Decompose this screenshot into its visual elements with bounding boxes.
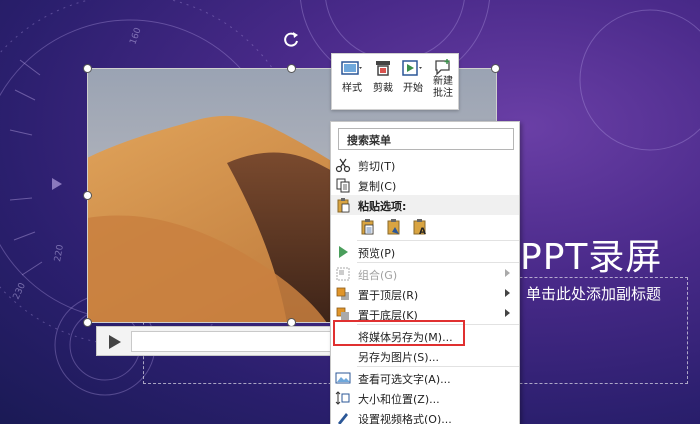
style-button[interactable]: 样式 — [336, 58, 368, 108]
mini-toolbar: 样式 剪裁 开始 新建 批注 — [331, 53, 459, 110]
menu-item-label: 预览(P) — [358, 247, 396, 260]
subtitle-placeholder-text[interactable]: 单击此处添加副标题 — [526, 283, 661, 304]
resize-handle-top-left[interactable] — [83, 64, 92, 73]
play-icon[interactable] — [103, 331, 125, 353]
paste-picture-icon[interactable] — [385, 218, 403, 236]
play-icon — [339, 246, 348, 258]
menu-separator — [357, 262, 519, 263]
rotate-icon[interactable] — [282, 30, 300, 48]
start-button-label: 开始 — [403, 83, 423, 94]
menu-item-send-to-back[interactable]: 置于底层(K) — [331, 304, 519, 324]
size-position-icon — [335, 391, 350, 405]
menu-item-size-and-position[interactable]: 大小和位置(Z)... — [331, 388, 519, 408]
scissors-icon — [335, 158, 351, 173]
video-player-bar — [96, 326, 336, 356]
menu-item-label: 剪切(T) — [358, 160, 396, 173]
menu-item-label: 组合(G) — [358, 269, 398, 282]
resize-handle-top[interactable] — [287, 64, 296, 73]
submenu-arrow-icon — [505, 269, 510, 277]
menu-item-label: 查看可选文字(A)... — [358, 373, 451, 386]
trim-button-label: 剪裁 — [373, 83, 393, 94]
svg-text:A: A — [419, 227, 426, 236]
menu-item-format-video[interactable]: 设置视频格式(O)... — [331, 408, 519, 424]
menu-item-paste-options: 粘贴选项: — [331, 195, 519, 215]
menu-item-label: 置于顶层(R) — [358, 289, 419, 302]
menu-item-bring-to-front[interactable]: 置于顶层(R) — [331, 284, 519, 304]
menu-item-save-media-as[interactable]: 将媒体另存为(M)... — [331, 326, 519, 346]
menu-separator — [357, 240, 519, 241]
menu-search-input[interactable]: 搜索菜单 — [338, 128, 514, 150]
new-comment-button[interactable]: 新建 批注 — [428, 58, 458, 108]
paste-icon — [337, 198, 350, 213]
new-comment-label-line2: 批注 — [433, 88, 453, 99]
paste-text-only-icon[interactable]: A — [411, 218, 429, 236]
resize-handle-bottom-left[interactable] — [83, 318, 92, 327]
group-icon — [336, 267, 350, 281]
decor-number: 230 — [12, 281, 28, 301]
video-progress-track[interactable] — [131, 331, 331, 352]
copy-icon — [336, 178, 350, 193]
menu-item-label: 设置视频格式(O)... — [358, 413, 452, 424]
start-button[interactable]: 开始 — [398, 58, 428, 108]
trim-icon — [376, 61, 390, 76]
context-menu: 搜索菜单 剪切(T) 复制(C) 粘贴选项: A 预览(P) 组合(G) 置于顶… — [330, 121, 520, 424]
new-comment-label-line1: 新建 — [433, 76, 453, 87]
menu-separator — [357, 366, 519, 367]
decor-number: 220 — [53, 244, 66, 263]
style-icon — [341, 61, 362, 75]
new-comment-icon — [435, 59, 450, 76]
resize-handle-top-right[interactable] — [491, 64, 500, 73]
trim-button[interactable]: 剪裁 — [368, 58, 398, 108]
send-to-back-icon — [336, 307, 349, 320]
format-video-icon — [338, 413, 348, 424]
menu-item-view-alt-text[interactable]: 查看可选文字(A)... — [331, 368, 519, 388]
paste-keep-source-icon[interactable] — [359, 218, 377, 236]
menu-item-preview[interactable]: 预览(P) — [331, 242, 519, 262]
menu-item-cut[interactable]: 剪切(T) — [331, 155, 519, 175]
menu-item-label: 粘贴选项: — [358, 200, 407, 213]
resize-handle-left[interactable] — [83, 191, 92, 200]
menu-item-label: 将媒体另存为(M)... — [358, 331, 453, 344]
menu-item-label: 另存为图片(S)... — [358, 351, 440, 364]
style-button-label: 样式 — [342, 83, 362, 94]
start-icon — [402, 60, 422, 76]
decor-number: 160 — [128, 26, 143, 46]
menu-item-group[interactable]: 组合(G) — [331, 264, 519, 284]
submenu-arrow-icon — [505, 309, 510, 317]
menu-item-label: 大小和位置(Z)... — [358, 393, 440, 406]
menu-item-label: 复制(C) — [358, 180, 397, 193]
menu-separator — [357, 324, 519, 325]
bring-to-front-icon — [336, 287, 349, 300]
alt-text-icon — [335, 372, 351, 384]
slide-title[interactable]: PPT录屏 — [520, 228, 662, 280]
menu-item-save-as-picture[interactable]: 另存为图片(S)... — [331, 346, 519, 366]
submenu-arrow-icon — [505, 289, 510, 297]
menu-item-label: 置于底层(K) — [358, 309, 418, 322]
menu-item-copy[interactable]: 复制(C) — [331, 175, 519, 195]
